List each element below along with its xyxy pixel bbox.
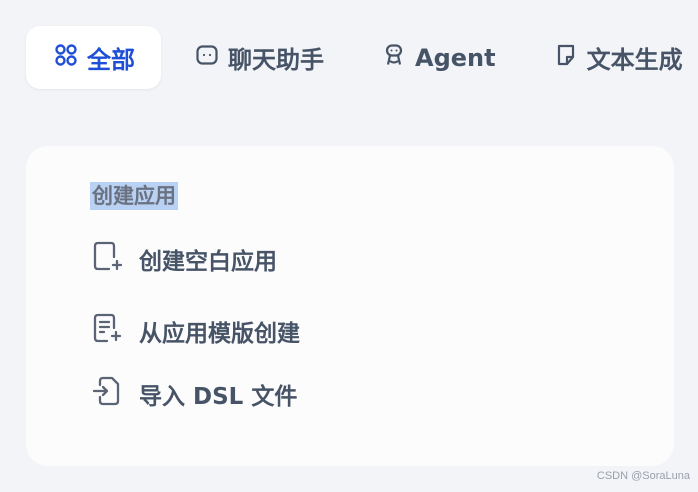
create-from-template-label: 从应用模版创建 [139, 321, 300, 347]
card-title: 创建应用 [90, 182, 178, 210]
file-plus-icon [92, 240, 123, 278]
tab-all-label: 全部 [87, 46, 135, 74]
tab-agent-label: Agent [415, 43, 496, 72]
robot-icon [382, 43, 406, 73]
tab-text-generation-label: 文本生成 [586, 46, 683, 74]
file-import-icon [92, 375, 122, 413]
tab-chat-assistant[interactable]: 聊天助手 [195, 26, 324, 89]
tab-text-generation[interactable]: 文本生成 [554, 26, 683, 89]
tab-chat-assistant-label: 聊天助手 [228, 46, 324, 74]
watermark: CSDN @SoraLuna [596, 470, 690, 482]
template-file-icon [92, 312, 122, 350]
create-app-card: 创建应用 创建空白应用 从应用模版创建 导入 DSL 文件 [26, 146, 674, 466]
tab-all[interactable]: 全部 [26, 26, 161, 89]
note-icon [554, 43, 578, 73]
import-dsl-file-label: 导入 DSL 文件 [139, 384, 298, 410]
chat-bubble-icon [195, 43, 219, 73]
create-blank-app-item[interactable]: 创建空白应用 [92, 240, 277, 278]
app-type-tabs: 全部 聊天助手 Agent 文本生成 [26, 26, 683, 89]
create-from-template-item[interactable]: 从应用模版创建 [92, 312, 300, 350]
import-dsl-file-item[interactable]: 导入 DSL 文件 [92, 375, 297, 413]
create-blank-app-label: 创建空白应用 [139, 249, 277, 275]
tab-agent[interactable]: Agent [382, 26, 496, 89]
grid-circles-icon [54, 43, 78, 73]
